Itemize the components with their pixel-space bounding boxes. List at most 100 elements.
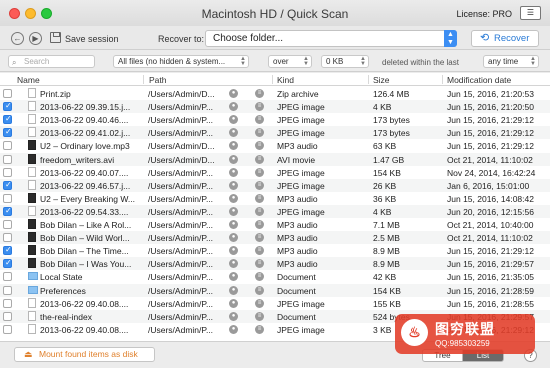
row-checkbox[interactable] bbox=[3, 272, 12, 282]
save-session-button[interactable]: Save session bbox=[65, 34, 119, 44]
file-kind: MP3 audio bbox=[277, 193, 318, 204]
row-checkbox[interactable] bbox=[3, 127, 12, 138]
table-row[interactable]: Bob Dilan – Like A Rol... /Users/Admin/P.… bbox=[0, 218, 550, 231]
info-icon[interactable]: ≡ bbox=[255, 220, 264, 229]
preview-eye-icon[interactable]: ● bbox=[229, 167, 238, 177]
license-menu-button[interactable]: ☰ bbox=[520, 6, 541, 20]
preview-eye-icon[interactable]: ● bbox=[229, 89, 238, 98]
row-checkbox[interactable] bbox=[3, 220, 12, 229]
column-header-kind[interactable]: Kind bbox=[277, 75, 294, 85]
table-row[interactable]: Bob Dilan – Wild Worl... /Users/Admin/P..… bbox=[0, 231, 550, 245]
recover-folder-select[interactable]: Choose folder... ▲ ▼ bbox=[205, 30, 457, 47]
info-icon[interactable]: ≡ bbox=[255, 246, 264, 256]
table-row[interactable]: 2013-06-22 09.40.46.... /Users/Admin/P...… bbox=[0, 113, 550, 126]
row-checkbox[interactable] bbox=[3, 258, 12, 269]
column-header-name[interactable]: Name bbox=[17, 75, 40, 85]
info-icon[interactable]: ≡ bbox=[255, 193, 264, 203]
info-icon[interactable]: ≡ bbox=[255, 115, 264, 125]
row-checkbox[interactable] bbox=[3, 298, 12, 308]
preview-eye-icon[interactable]: ● bbox=[229, 102, 238, 112]
back-button[interactable]: ← bbox=[11, 32, 24, 45]
table-row[interactable]: 2013-06-22 09.40.07.... /Users/Admin/P...… bbox=[0, 166, 550, 179]
column-divider[interactable] bbox=[368, 75, 369, 84]
row-checkbox[interactable] bbox=[3, 193, 12, 203]
preview-eye-icon[interactable]: ● bbox=[229, 285, 238, 295]
row-checkbox[interactable] bbox=[3, 311, 12, 321]
size-operator-select[interactable]: over ▲ ▼ bbox=[268, 55, 312, 68]
preview-eye-icon[interactable]: ● bbox=[229, 272, 238, 282]
table-row[interactable]: 2013-06-22 09.54.33.... /Users/Admin/P...… bbox=[0, 204, 550, 218]
preview-eye-icon[interactable]: ● bbox=[229, 128, 238, 138]
row-checkbox[interactable] bbox=[3, 141, 12, 151]
table-row[interactable]: U2 – Ordinary love.mp3/Users/Admin/D... M… bbox=[0, 139, 550, 152]
file-size: 8.9 MB bbox=[373, 246, 400, 257]
row-checkbox[interactable] bbox=[3, 285, 12, 295]
table-row[interactable]: Local State/Users/Admin/P... Document 42 K… bbox=[0, 270, 550, 283]
row-checkbox[interactable] bbox=[3, 89, 12, 98]
preview-eye-icon[interactable]: ● bbox=[229, 115, 238, 125]
row-checkbox[interactable] bbox=[3, 206, 12, 216]
column-header-modified[interactable]: Modification date bbox=[447, 75, 511, 85]
video-file-icon bbox=[28, 153, 36, 164]
info-icon[interactable]: ≡ bbox=[255, 311, 264, 321]
preview-eye-icon[interactable]: ● bbox=[229, 206, 238, 216]
row-checkbox[interactable] bbox=[3, 167, 12, 177]
mount-disk-button[interactable]: ⏏ Mount found items as disk bbox=[14, 347, 155, 362]
preview-eye-icon[interactable]: ● bbox=[229, 311, 238, 321]
preview-eye-icon[interactable]: ● bbox=[229, 298, 238, 308]
file-type-filter-value: All files (no hidden & system... bbox=[118, 57, 226, 66]
table-row[interactable]: Print.zip/Users/Admin/D... Zip archive 126… bbox=[0, 87, 550, 100]
row-checkbox[interactable] bbox=[3, 324, 12, 334]
preview-eye-icon[interactable]: ● bbox=[229, 220, 238, 229]
size-value-select[interactable]: 0 KB ▲ ▼ bbox=[321, 55, 369, 68]
info-icon[interactable]: ≡ bbox=[255, 128, 264, 138]
search-input[interactable]: ⌕ Search bbox=[8, 55, 95, 68]
preview-eye-icon[interactable]: ● bbox=[229, 141, 238, 151]
preview-eye-icon[interactable]: ● bbox=[229, 180, 238, 190]
row-checkbox[interactable] bbox=[3, 233, 12, 243]
info-icon[interactable]: ≡ bbox=[255, 141, 264, 151]
table-row[interactable]: Bob Dilan – The Time... /Users/Admin/P...… bbox=[0, 244, 550, 257]
info-icon[interactable]: ≡ bbox=[255, 285, 264, 295]
table-row[interactable]: freedom_writers.avi/Users/Admin/D... AVI … bbox=[0, 152, 550, 166]
table-row[interactable]: 2013-06-22 09.39.15.j... /Users/Admin/P..… bbox=[0, 100, 550, 114]
time-range-select[interactable]: any time ▲ ▼ bbox=[483, 55, 539, 68]
info-icon[interactable]: ≡ bbox=[255, 272, 264, 282]
row-checkbox[interactable] bbox=[3, 114, 12, 125]
info-icon[interactable]: ≡ bbox=[255, 180, 264, 190]
column-divider[interactable] bbox=[143, 75, 144, 84]
preview-eye-icon[interactable]: ● bbox=[229, 246, 238, 256]
info-icon[interactable]: ≡ bbox=[255, 102, 264, 112]
preview-eye-icon[interactable]: ● bbox=[229, 154, 238, 164]
file-type-filter-select[interactable]: All files (no hidden & system... ▲ ▼ bbox=[113, 55, 249, 68]
preview-eye-icon[interactable]: ● bbox=[229, 259, 238, 269]
play-button[interactable]: ▶ bbox=[29, 32, 42, 45]
info-icon[interactable]: ≡ bbox=[255, 167, 264, 177]
preview-eye-icon[interactable]: ● bbox=[229, 233, 238, 243]
row-checkbox[interactable] bbox=[3, 180, 12, 190]
preview-eye-icon[interactable]: ● bbox=[229, 324, 238, 334]
info-icon[interactable]: ≡ bbox=[255, 89, 264, 98]
info-icon[interactable]: ≡ bbox=[255, 206, 264, 216]
table-row[interactable]: Preferences/Users/Admin/P... Document 154 … bbox=[0, 283, 550, 297]
table-row[interactable]: Bob Dilan – I Was You... /Users/Admin/P..… bbox=[0, 257, 550, 271]
table-row[interactable]: U2 – Every Breaking W... /Users/Admin/P..… bbox=[0, 192, 550, 205]
column-divider[interactable] bbox=[272, 75, 273, 84]
preview-eye-icon[interactable]: ● bbox=[229, 193, 238, 203]
info-icon[interactable]: ≡ bbox=[255, 259, 264, 269]
info-icon[interactable]: ≡ bbox=[255, 233, 264, 243]
info-icon[interactable]: ≡ bbox=[255, 324, 264, 334]
table-row[interactable]: 2013-06-22 09.40.08.... /Users/Admin/P...… bbox=[0, 297, 550, 310]
row-checkbox[interactable] bbox=[3, 101, 12, 112]
column-header-size[interactable]: Size bbox=[373, 75, 390, 85]
recover-button[interactable]: ⟲ Recover bbox=[471, 30, 539, 47]
row-checkbox[interactable] bbox=[3, 154, 12, 164]
info-icon[interactable]: ≡ bbox=[255, 154, 264, 164]
save-session-icon[interactable] bbox=[50, 32, 61, 43]
table-row[interactable]: 2013-06-22 09.41.02.j... /Users/Admin/P..… bbox=[0, 126, 550, 140]
column-divider[interactable] bbox=[442, 75, 443, 84]
column-header-path[interactable]: Path bbox=[149, 75, 167, 85]
table-row[interactable]: 2013-06-22 09.46.57.j... /Users/Admin/P..… bbox=[0, 178, 550, 192]
info-icon[interactable]: ≡ bbox=[255, 298, 264, 308]
row-checkbox[interactable] bbox=[3, 245, 12, 256]
